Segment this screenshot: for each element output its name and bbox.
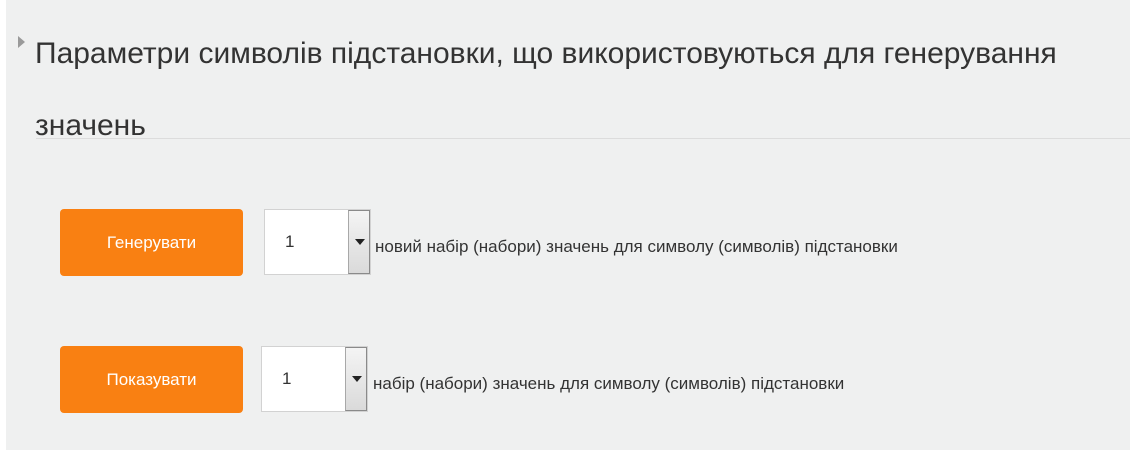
generate-row-label: новий набір (набори) значень для символу… [375,237,898,256]
show-count-select[interactable]: 1 [261,346,368,412]
show-count-dropdown-button[interactable] [345,347,367,411]
caret-right-icon[interactable] [18,36,25,48]
generate-count-value: 1 [285,232,295,251]
show-row-label: набір (набори) значень для символу (симв… [373,374,845,393]
generate-count-select[interactable]: 1 [264,209,371,275]
section-title: Параметри символів підстановки, що викор… [35,37,1057,142]
wildcards-panel: Параметри символів підстановки, що викор… [6,0,1130,450]
chevron-down-icon [352,376,362,382]
chevron-down-icon [355,239,365,245]
header-divider [36,138,1130,139]
show-row: Показувати 1 набір (набори) значень для … [6,346,1130,414]
generate-button[interactable]: Генерувати [60,209,243,276]
generate-row: Генерувати 1 новий набір (набори) значен… [6,209,1130,277]
show-button[interactable]: Показувати [60,346,243,413]
show-count-value: 1 [282,369,292,388]
generate-count-dropdown-button[interactable] [348,210,370,274]
section-header[interactable]: Параметри символів підстановки, що викор… [6,0,1130,142]
